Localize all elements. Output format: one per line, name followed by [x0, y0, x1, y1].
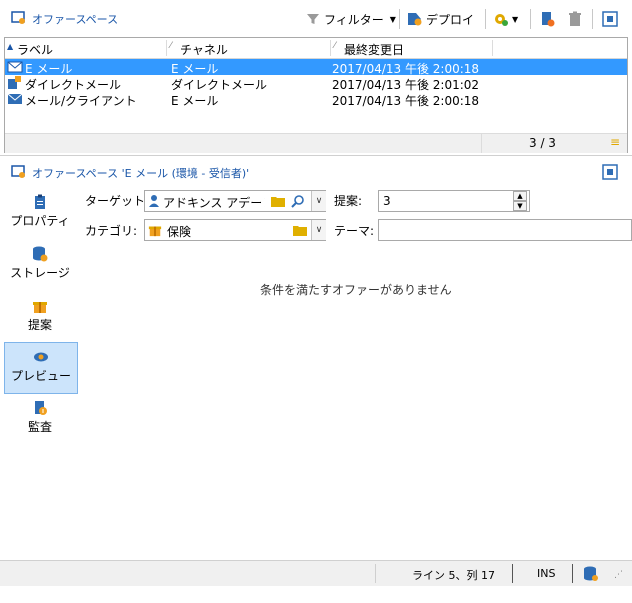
- proposal-increment-button[interactable]: ▲: [513, 191, 527, 201]
- list-footer: 3 / 3 ≡: [5, 133, 627, 153]
- column-sort-mark: ⁄: [334, 41, 336, 51]
- sidebar-item-audit[interactable]: 監査: [4, 394, 76, 444]
- funnel-icon: [307, 14, 319, 24]
- deploy-icon: [408, 13, 422, 26]
- target-label: ターゲット:: [85, 194, 150, 208]
- person-icon: [149, 195, 159, 207]
- offer-space-icon: [11, 165, 25, 178]
- sidebar-item-proposals[interactable]: 提案: [4, 292, 76, 342]
- category-label: カテゴリ:: [85, 224, 138, 238]
- proposal-label: 提案:: [334, 194, 363, 208]
- cursor-position: ライン 5、列 17: [412, 569, 495, 582]
- column-header-channel[interactable]: チャネル: [180, 41, 228, 58]
- top-panel-title: オファースペース: [32, 13, 119, 26]
- audit-icon: [35, 401, 47, 415]
- category-dropdown-button[interactable]: ∨: [311, 220, 326, 240]
- folder-icon[interactable]: [271, 195, 285, 207]
- search-icon[interactable]: [291, 194, 305, 208]
- row-channel: E メール: [171, 94, 219, 108]
- sidebar-item-label: ストレージ: [10, 266, 70, 280]
- deploy-button[interactable]: デプロイ: [407, 8, 474, 30]
- category-value: 保険: [167, 225, 192, 239]
- sidebar-item-label: プレビュー: [10, 369, 71, 383]
- gift-icon: [148, 226, 162, 237]
- toolbar-divider: [399, 9, 400, 29]
- panel-divider: [0, 155, 632, 156]
- table-row[interactable]: メール/クライアント E メール 2017/04/13 午後 2:00:18: [5, 91, 627, 108]
- offer-space-icon: [11, 11, 25, 24]
- status-bar: ライン 5、列 17 INS ⋰: [0, 560, 632, 586]
- top-panel: オファースペース フィルター ▼ デプロイ ▼ ▲ ラベル ⁄ チャネル ⁄ 最…: [0, 0, 632, 153]
- target-field[interactable]: アドキンス アデーレ ( ∨: [144, 190, 326, 212]
- column-divider: [492, 40, 493, 56]
- row-modified: 2017/04/13 午後 2:00:18: [332, 94, 480, 108]
- list-options-icon[interactable]: ≡: [610, 135, 620, 149]
- proposal-value: 3: [383, 194, 391, 208]
- sidebar-item-properties[interactable]: プロパティ: [4, 188, 76, 238]
- database-icon: [33, 246, 48, 262]
- deploy-label: デプロイ: [426, 12, 475, 27]
- filter-button[interactable]: フィルター ▼: [306, 8, 396, 30]
- new-item-button[interactable]: [539, 8, 555, 30]
- column-header-modified[interactable]: 最終変更日: [344, 41, 404, 58]
- preview-content: ターゲット: アドキンス アデーレ ( ∨ 提案: 3 ▲ ▼ カテゴリ: 保険…: [78, 186, 632, 560]
- filter-label: フィルター: [324, 12, 384, 27]
- category-field[interactable]: 保険 ∨: [144, 219, 326, 241]
- column-divider: [166, 40, 167, 56]
- sort-ascending-icon: ▲: [7, 42, 14, 51]
- gear-icon: [495, 14, 508, 26]
- toolbar-divider: [592, 9, 593, 29]
- mail-icon: [7, 93, 23, 104]
- proposal-count-input[interactable]: 3 ▲ ▼: [378, 190, 530, 212]
- table-row[interactable]: ダイレクトメール ダイレクトメール 2017/04/13 午後 2:01:02: [5, 75, 627, 92]
- status-divider: [512, 564, 513, 583]
- list-footer-divider: [481, 134, 482, 153]
- target-dropdown-button[interactable]: ∨: [311, 191, 326, 211]
- insert-mode: INS: [537, 567, 556, 580]
- gift-icon: [33, 302, 47, 313]
- sidebar-item-preview[interactable]: プレビュー: [4, 342, 78, 394]
- sidebar-item-label: プロパティ: [10, 214, 70, 228]
- database-icon[interactable]: [583, 566, 599, 582]
- sidebar: プロパティ ストレージ 提案 プレビュー 監査: [0, 186, 78, 560]
- chevron-down-icon: ▼: [389, 14, 396, 24]
- column-sort-mark: ⁄: [170, 41, 172, 51]
- folder-icon[interactable]: [293, 224, 307, 236]
- table-row[interactable]: E メール E メール 2017/04/13 午後 2:00:18: [5, 59, 627, 76]
- eye-icon: [34, 352, 48, 362]
- chevron-down-icon: ▼: [512, 14, 519, 24]
- clipboard-icon: [35, 194, 45, 209]
- sidebar-item-storage[interactable]: ストレージ: [4, 240, 76, 290]
- sidebar-item-label: 提案: [27, 318, 52, 332]
- sidebar-item-label: 監査: [27, 420, 52, 434]
- list-header: ▲ ラベル ⁄ チャネル ⁄ 最終変更日: [5, 38, 627, 59]
- detail-panel-title: オファースペース 'E メール (環境 - 受信者)': [32, 167, 250, 180]
- target-value: アドキンス アデーレ (: [163, 196, 265, 210]
- column-divider: [330, 40, 331, 56]
- maximize-icon[interactable]: [602, 164, 618, 180]
- mail-icon: [7, 61, 23, 73]
- offer-space-list: ▲ ラベル ⁄ チャネル ⁄ 最終変更日 E メール E メール 2017/04…: [4, 37, 628, 153]
- column-header-label[interactable]: ラベル: [17, 41, 53, 58]
- pager: 3 / 3: [529, 136, 556, 150]
- theme-input[interactable]: [378, 219, 632, 241]
- proposal-decrement-button[interactable]: ▼: [513, 201, 527, 211]
- maximize-button[interactable]: [602, 8, 618, 30]
- maximize-icon: [602, 11, 618, 27]
- empty-message: 条件を満たすオファーがありません: [260, 283, 452, 297]
- direct-mail-icon: [8, 76, 21, 89]
- status-divider: [572, 564, 573, 583]
- toolbar-divider: [485, 9, 486, 29]
- theme-label: テーマ:: [334, 224, 375, 238]
- status-divider: [375, 564, 376, 583]
- row-label: メール/クライアント: [25, 94, 137, 108]
- trash-icon: [569, 11, 581, 26]
- toolbar-divider: [530, 9, 531, 29]
- resize-grip-icon[interactable]: ⋰: [614, 570, 623, 580]
- actions-button[interactable]: ▼: [493, 8, 518, 30]
- delete-button[interactable]: [567, 8, 583, 30]
- new-document-icon: [542, 12, 555, 27]
